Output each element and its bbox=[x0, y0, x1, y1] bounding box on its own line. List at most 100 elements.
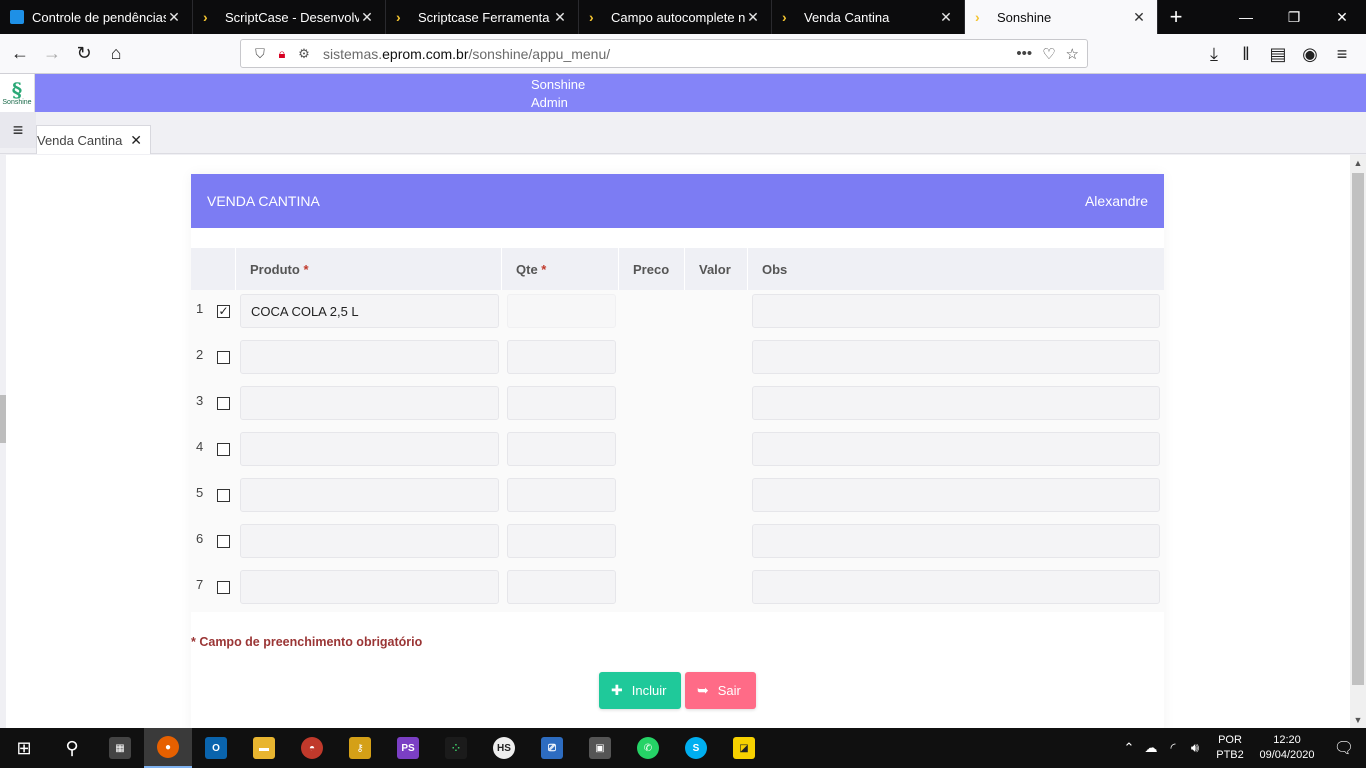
close-icon[interactable]: ✕ bbox=[166, 9, 182, 26]
insecure-lock-icon[interactable]: 🔒︎ bbox=[271, 46, 293, 62]
produto-field[interactable] bbox=[240, 478, 499, 512]
app-logo[interactable]: § Sonshine bbox=[0, 74, 35, 112]
row-number: 4 bbox=[196, 439, 204, 454]
produto-field[interactable]: COCA COLA 2,5 L bbox=[240, 294, 499, 328]
close-icon[interactable]: ✕ bbox=[359, 9, 375, 26]
browser-tab-controle[interactable]: Controle de pendências | ✕ bbox=[0, 0, 193, 34]
onedrive-icon[interactable]: ☁ bbox=[1140, 740, 1162, 756]
hs-app-icon[interactable]: HS bbox=[480, 728, 528, 768]
download-icon[interactable]: ⤓ bbox=[1198, 38, 1230, 70]
qte-field[interactable] bbox=[507, 340, 616, 374]
produto-field[interactable] bbox=[240, 340, 499, 374]
clock[interactable]: 12:20 09/04/2020 bbox=[1252, 733, 1322, 763]
close-icon[interactable]: ✕ bbox=[938, 9, 954, 26]
row-checkbox[interactable] bbox=[217, 443, 230, 456]
row-checkbox[interactable] bbox=[217, 535, 230, 548]
url-bar[interactable]: ⛉ 🔒︎ ⚙ sistemas.eprom.com.br/sonshine/ap… bbox=[240, 39, 1088, 68]
chevron-up-icon[interactable]: ⌃ bbox=[1118, 740, 1140, 756]
lock-app-icon[interactable]: ▣ bbox=[576, 728, 624, 768]
row-checkbox[interactable] bbox=[217, 489, 230, 502]
produto-field[interactable] bbox=[240, 524, 499, 558]
menu-icon[interactable]: ≡ bbox=[1326, 38, 1358, 70]
obs-field[interactable] bbox=[752, 478, 1160, 512]
hamburger-icon[interactable]: ≡ bbox=[0, 112, 36, 148]
whatsapp-icon[interactable]: ✆ bbox=[624, 728, 672, 768]
scroll-down-icon[interactable]: ▼ bbox=[1350, 712, 1366, 728]
notifications-icon[interactable]: 🗨︎ bbox=[1322, 738, 1366, 758]
close-icon[interactable]: ✕ bbox=[1131, 9, 1147, 26]
forward-icon[interactable]: → bbox=[36, 38, 68, 70]
network-app-icon[interactable]: ⁘ bbox=[432, 728, 480, 768]
sticky-notes-icon[interactable]: ◪ bbox=[720, 728, 768, 768]
tab-venda-cantina[interactable]: Venda Cantina ✕ bbox=[36, 125, 152, 154]
obs-field[interactable] bbox=[752, 386, 1160, 420]
incluir-button[interactable]: ✚ Incluir bbox=[599, 672, 681, 709]
remote-desktop-icon[interactable]: ⎚ bbox=[528, 728, 576, 768]
row-number: 6 bbox=[196, 531, 204, 546]
browser-tab-autocomplete[interactable]: › Campo autocomplete na ✕ bbox=[579, 0, 772, 34]
volume-icon[interactable]: 🔊︎ bbox=[1184, 740, 1206, 756]
restore-icon[interactable]: ❐ bbox=[1270, 0, 1318, 34]
bookmark-star-icon[interactable]: ☆ bbox=[1066, 45, 1079, 63]
produto-field[interactable] bbox=[240, 386, 499, 420]
sair-button[interactable]: ➥ Sair bbox=[685, 672, 756, 709]
browser-tab-ferramenta[interactable]: › Scriptcase Ferramenta de ✕ bbox=[386, 0, 579, 34]
skype-icon[interactable]: S bbox=[672, 728, 720, 768]
obs-field[interactable] bbox=[752, 570, 1160, 604]
shield-icon[interactable]: ⛉ bbox=[249, 46, 271, 62]
wifi-icon[interactable]: ◜ bbox=[1162, 740, 1184, 756]
qte-field[interactable] bbox=[507, 432, 616, 466]
language-indicator[interactable]: POR PTB2 bbox=[1212, 733, 1248, 763]
close-icon[interactable]: ✕ bbox=[552, 9, 568, 26]
grid-body: 1 ✓ COCA COLA 2,5 L 2 3 4 5 6 7 bbox=[191, 290, 1164, 612]
browser-tab-venda-cantina[interactable]: › Venda Cantina ✕ bbox=[772, 0, 965, 34]
browser-tab-sonshine[interactable]: › Sonshine ✕ bbox=[965, 0, 1158, 34]
obs-field[interactable] bbox=[752, 432, 1160, 466]
row-checkbox[interactable]: ✓ bbox=[217, 305, 230, 318]
firefox-icon[interactable]: ● bbox=[144, 728, 192, 768]
pocket-icon[interactable]: ♡ bbox=[1042, 45, 1055, 63]
col-label: Produto bbox=[250, 261, 300, 277]
search-icon[interactable]: ⚲ bbox=[48, 728, 96, 768]
reload-icon[interactable]: ↻ bbox=[68, 38, 100, 70]
browser-tab-scriptcase[interactable]: › ScriptCase - Desenvolvim ✕ bbox=[193, 0, 386, 34]
file-explorer-icon[interactable]: ▬ bbox=[240, 728, 288, 768]
qte-field[interactable] bbox=[507, 570, 616, 604]
back-icon[interactable]: ← bbox=[4, 38, 36, 70]
calculator-icon[interactable]: ▦ bbox=[96, 728, 144, 768]
qte-field[interactable] bbox=[507, 386, 616, 420]
row-checkbox[interactable] bbox=[217, 397, 230, 410]
home-icon[interactable]: ⌂ bbox=[100, 38, 132, 70]
row-checkbox[interactable] bbox=[217, 581, 230, 594]
obs-field[interactable] bbox=[752, 524, 1160, 558]
produto-field[interactable] bbox=[240, 432, 499, 466]
scriptcase-icon: › bbox=[203, 9, 208, 25]
minimize-icon[interactable]: — bbox=[1222, 0, 1270, 34]
qte-field[interactable] bbox=[507, 524, 616, 558]
page-actions-icon[interactable]: ••• bbox=[1016, 45, 1032, 63]
key-app-icon[interactable]: ⚷ bbox=[336, 728, 384, 768]
vertical-scrollbar[interactable]: ▲ ▼ bbox=[1350, 155, 1366, 728]
library-icon[interactable]: ‖ bbox=[1230, 38, 1262, 70]
close-icon[interactable]: ✕ bbox=[130, 132, 142, 149]
produto-field[interactable] bbox=[240, 570, 499, 604]
permissions-icon[interactable]: ⚙ bbox=[293, 46, 315, 62]
sidebar-icon[interactable]: ▤ bbox=[1262, 38, 1294, 70]
close-icon[interactable]: ✕ bbox=[745, 9, 761, 26]
obs-field[interactable] bbox=[752, 340, 1160, 374]
table-row: 5 bbox=[191, 474, 1164, 520]
row-checkbox[interactable] bbox=[217, 351, 230, 364]
windows-start-icon[interactable]: ⊞ bbox=[0, 728, 48, 768]
helmet-app-icon[interactable]: ◓ bbox=[288, 728, 336, 768]
url-text[interactable]: sistemas.eprom.com.br/sonshine/appu_menu… bbox=[323, 46, 1016, 62]
account-icon[interactable]: ◉ bbox=[1294, 38, 1326, 70]
scroll-up-icon[interactable]: ▲ bbox=[1350, 155, 1366, 171]
new-tab-button[interactable]: + bbox=[1158, 0, 1194, 34]
obs-field[interactable] bbox=[752, 294, 1160, 328]
scrollbar-thumb[interactable] bbox=[1352, 173, 1364, 685]
phpstorm-icon[interactable]: PS bbox=[384, 728, 432, 768]
outlook-icon[interactable]: O bbox=[192, 728, 240, 768]
qte-field[interactable] bbox=[507, 294, 616, 328]
qte-field[interactable] bbox=[507, 478, 616, 512]
close-window-icon[interactable]: ✕ bbox=[1318, 0, 1366, 34]
